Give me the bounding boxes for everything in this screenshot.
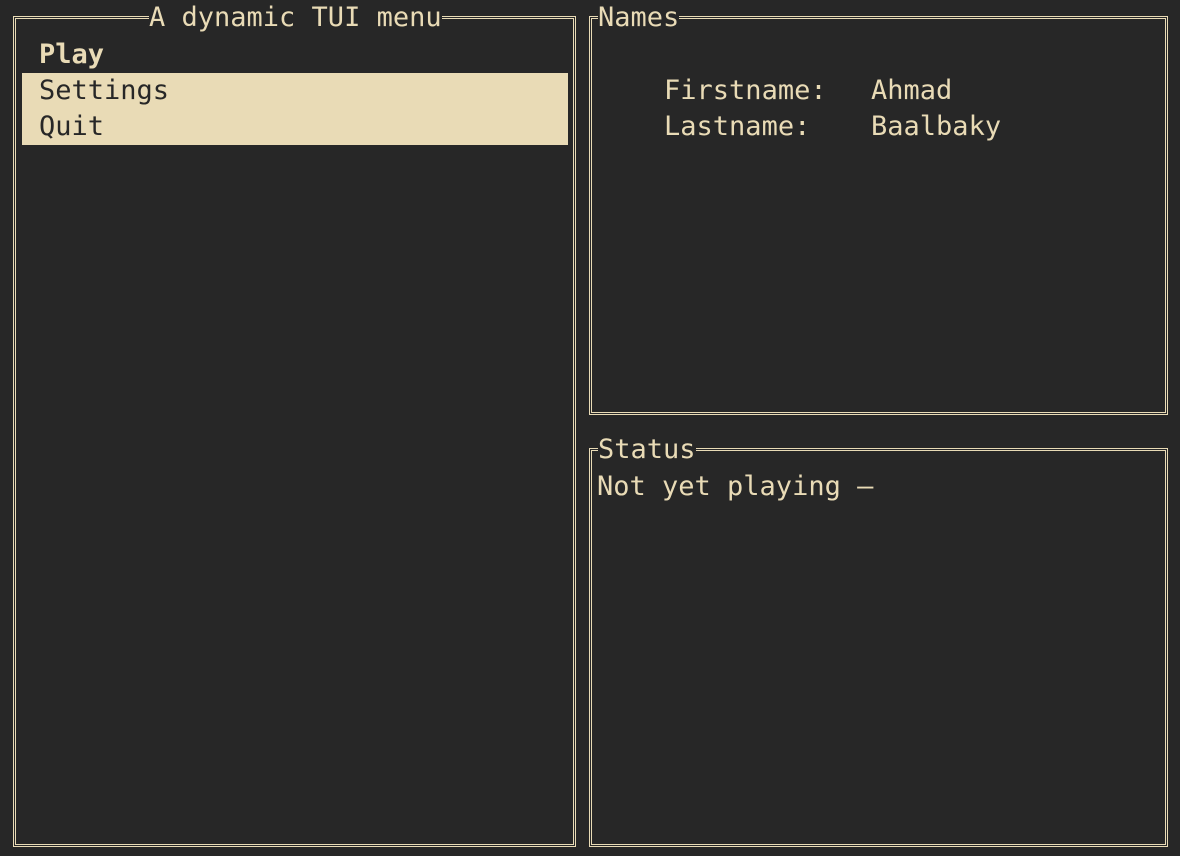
names-panel: Names Firstname: Ahmad Lastname: Baalbaky <box>589 0 1168 415</box>
lastname-row: Lastname: Baalbaky <box>599 73 1001 142</box>
menu-panel: A dynamic TUI menu Play Settings Quit <box>13 0 576 847</box>
menu-list: Play Settings Quit <box>22 37 568 145</box>
status-panel-title: Status <box>598 432 696 468</box>
lastname-label: Lastname: <box>664 111 811 142</box>
menu-item-play[interactable]: Play <box>22 37 568 73</box>
status-panel: Status Not yet playing – <box>589 432 1168 847</box>
firstname-row: Firstname: Ahmad <box>599 37 952 106</box>
names-panel-title: Names <box>598 0 680 36</box>
status-text: Not yet playing – <box>597 471 874 502</box>
menu-item-quit[interactable]: Quit <box>22 109 568 145</box>
menu-panel-title: A dynamic TUI menu <box>149 0 442 36</box>
menu-item-settings[interactable]: Settings <box>22 73 568 109</box>
lastname-value: Baalbaky <box>871 111 1002 142</box>
